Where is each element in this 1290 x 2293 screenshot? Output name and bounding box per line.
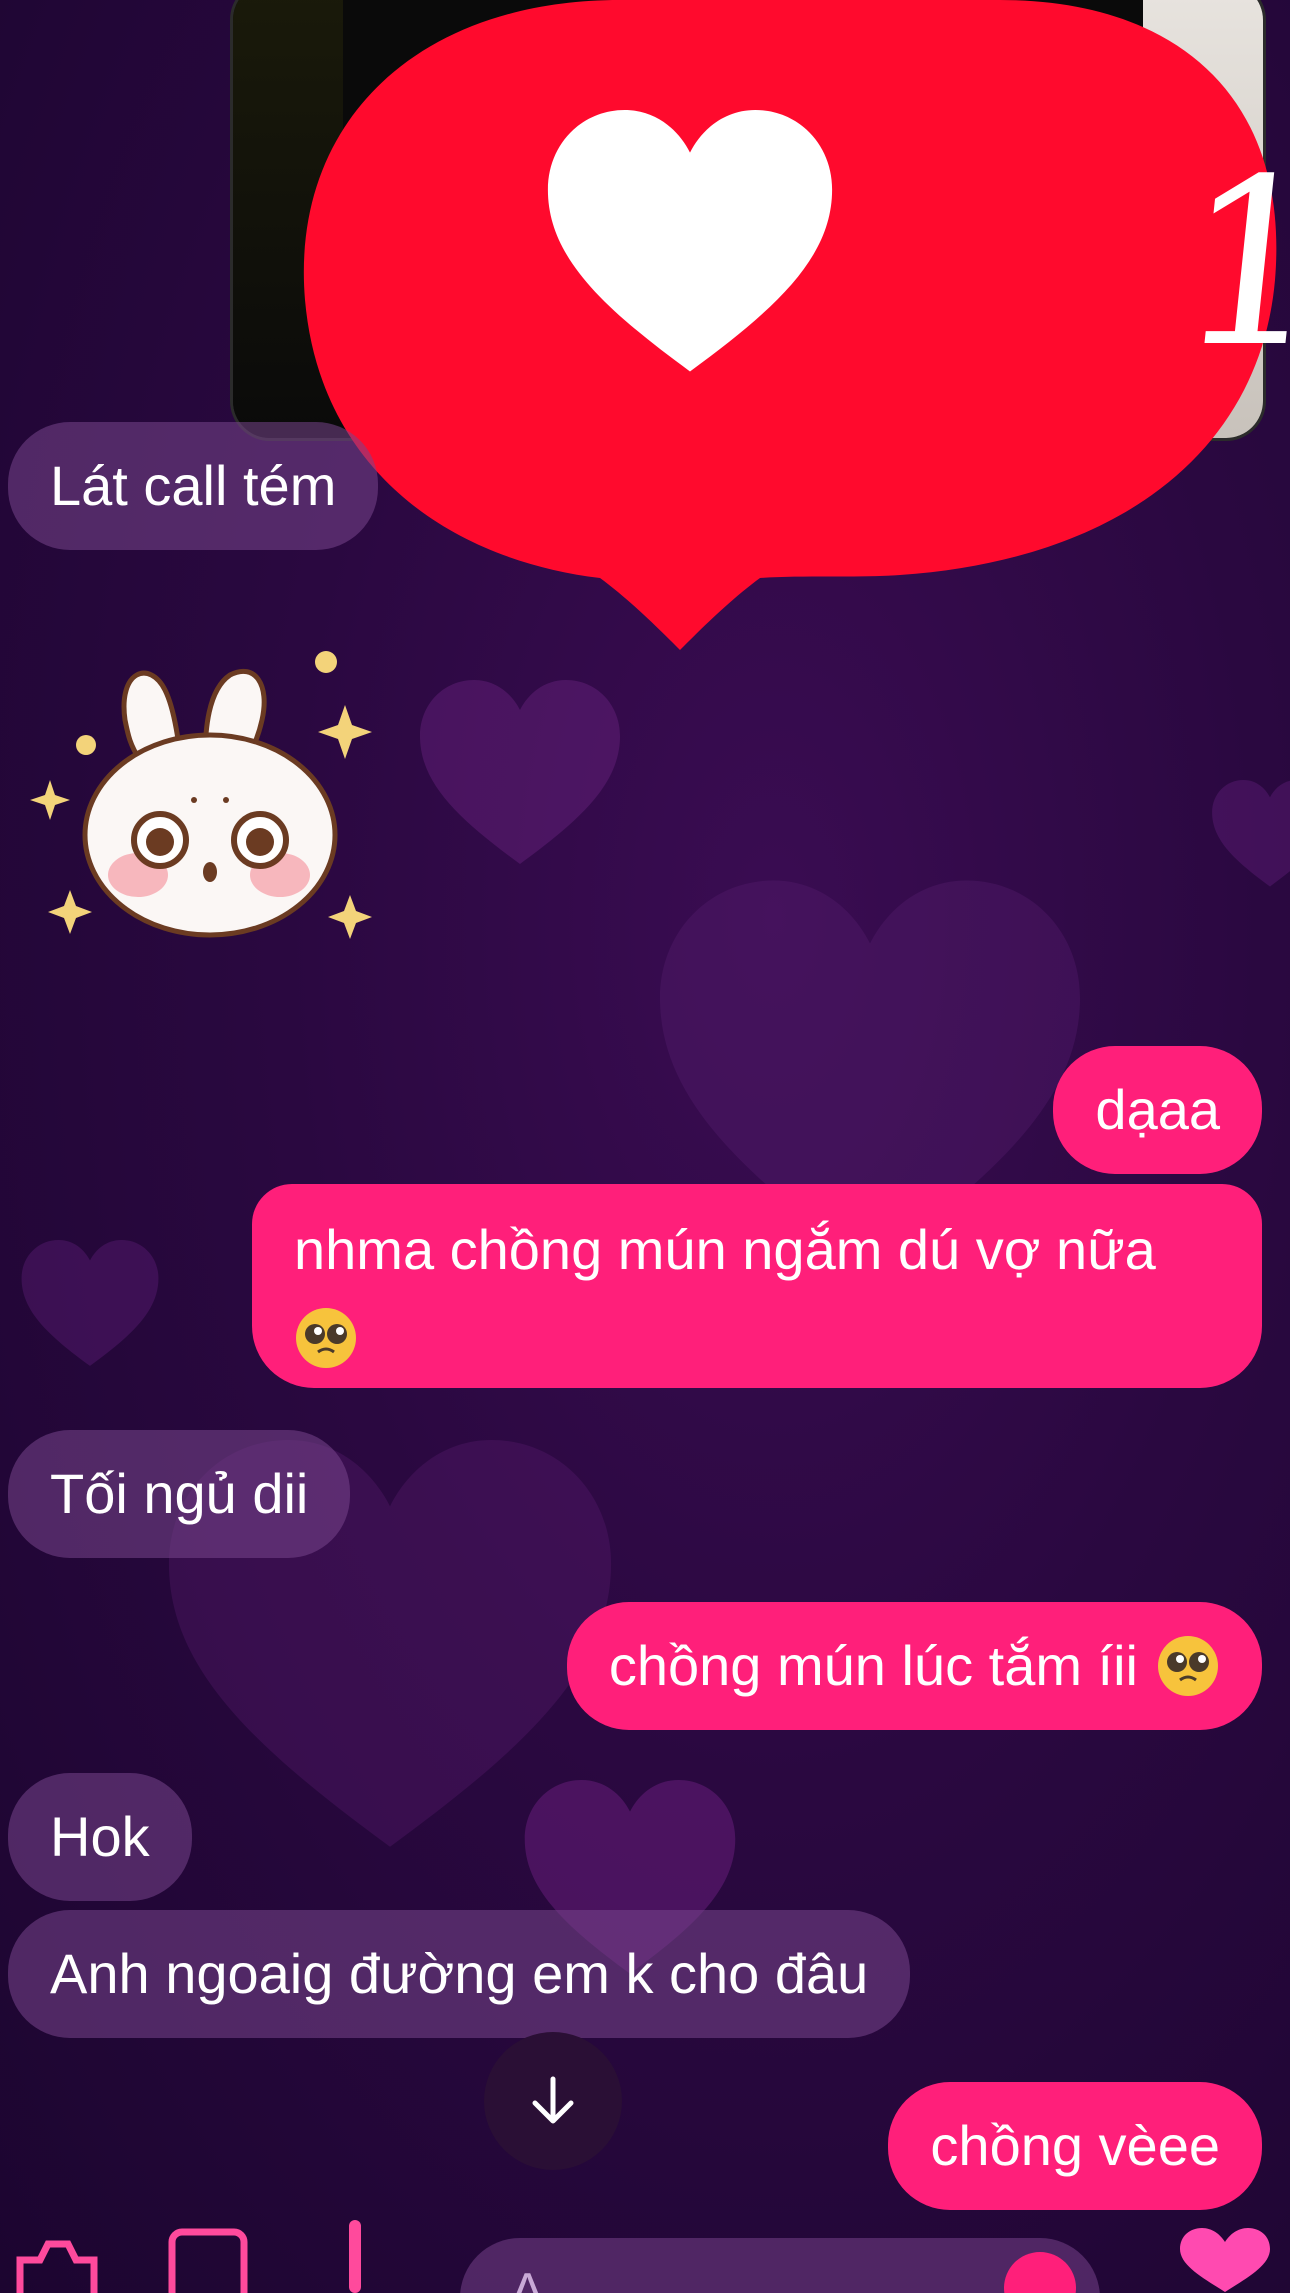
message-input-placeholder: A...: [510, 2263, 589, 2293]
arrow-down-icon: [532, 2076, 574, 2124]
pleading-face-emoji-icon: [1158, 1636, 1218, 1696]
message-bubble-sent[interactable]: nhma chồng mún ngắm dú vợ nữa: [252, 1184, 1262, 1388]
message-text: dạaa: [1095, 1078, 1220, 1142]
message-text: Tối ngủ dii: [50, 1462, 309, 1526]
gallery-icon[interactable]: [168, 2228, 248, 2293]
bunny-sticker-icon: [30, 651, 372, 939]
message-text: Lát call tém: [50, 454, 337, 518]
message-text: Anh ngoaig đường em k cho đâu: [50, 1942, 869, 2006]
message-composer: A...: [0, 2220, 1290, 2293]
message-text: chồng mún lúc tắm íii: [608, 1634, 1138, 1698]
message-bubble-received[interactable]: Tối ngủ dii: [8, 1430, 351, 1558]
background-heart-icon: [1212, 780, 1290, 887]
like-reaction-overlay: 1: [300, 0, 1290, 660]
message-bubble-sent[interactable]: chồng vèee: [888, 2082, 1262, 2210]
mic-icon[interactable]: [340, 2220, 370, 2293]
camera-icon[interactable]: [10, 2230, 100, 2293]
background-heart-icon: [21, 1240, 159, 1366]
message-text: chồng vèee: [930, 2114, 1220, 2178]
pleading-face-emoji-icon: [296, 1307, 356, 1368]
background-heart-icon: [420, 680, 620, 864]
message-bubble-sent[interactable]: chồng mún lúc tắm íii: [566, 1602, 1262, 1730]
chat-screen: 1 Lát call tém dạaa nhma chồng mún ngắm …: [0, 0, 1290, 2293]
scroll-to-bottom-button[interactable]: [484, 2032, 622, 2170]
heart-icon: [547, 110, 833, 372]
sticker-icon[interactable]: [1000, 2248, 1080, 2293]
message-bubble-received[interactable]: Hok: [8, 1773, 192, 1901]
message-text: Hok: [50, 1805, 150, 1869]
message-bubble-received[interactable]: Anh ngoaig đường em k cho đâu: [8, 1910, 911, 2038]
message-input[interactable]: A...: [460, 2238, 1100, 2293]
message-bubble-received[interactable]: Lát call tém: [8, 422, 379, 550]
heart-reaction-icon[interactable]: [1170, 2224, 1280, 2293]
message-text: nhma chồng mún ngắm dú vợ nữa: [294, 1218, 1156, 1281]
bunny-sticker[interactable]: [30, 650, 390, 950]
message-bubble-sent[interactable]: dạaa: [1053, 1046, 1262, 1174]
